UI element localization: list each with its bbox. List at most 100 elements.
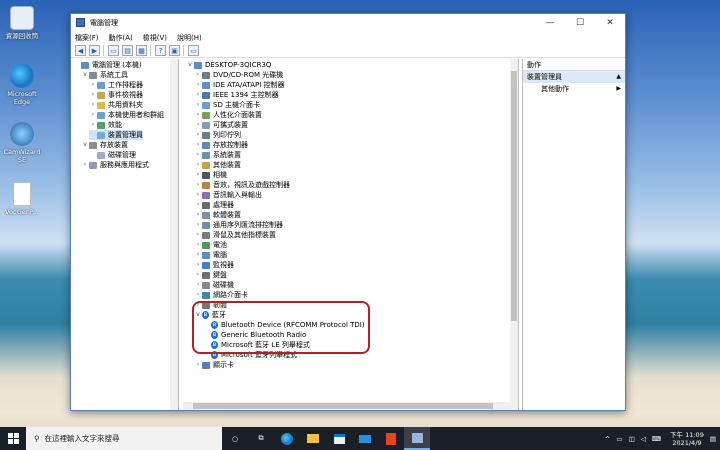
close-button[interactable]: ✕: [595, 14, 625, 31]
show-hidden-icons-icon[interactable]: ^: [605, 435, 610, 443]
device-category[interactable]: › 通用序列匯流排控制器: [194, 220, 283, 230]
expand-chevron-icon[interactable]: ›: [194, 360, 202, 370]
desktop-icon-camwizard[interactable]: CamWizard SE: [2, 122, 42, 164]
device-category[interactable]: › 電池: [194, 240, 227, 250]
device-category[interactable]: › 音效，視訊及遊戲控制器: [194, 180, 290, 190]
expand-chevron-icon[interactable]: ›: [194, 120, 202, 130]
taskbar-search-box[interactable]: ⚲ 在這裡輸入文字來搜尋: [26, 427, 222, 450]
device-category[interactable]: › 相機: [194, 170, 227, 180]
desktop-icon-edge[interactable]: Microsoft Edge: [2, 64, 42, 106]
expand-chevron-icon[interactable]: ›: [194, 230, 202, 240]
expand-chevron-icon[interactable]: ›: [194, 110, 202, 120]
expand-chevron-icon[interactable]: ›: [89, 90, 97, 100]
expand-chevron-icon[interactable]: ›: [194, 190, 202, 200]
clock[interactable]: 下午 11:09 2021/4/9: [670, 431, 704, 447]
tree-item-folder[interactable]: › 共用資料夾: [89, 100, 143, 110]
expand-chevron-icon[interactable]: ›: [194, 200, 202, 210]
actions-section-device-manager[interactable]: 裝置管理員 ▲: [523, 71, 625, 83]
menu-file[interactable]: 檔案(F): [75, 33, 99, 43]
device-category[interactable]: › 其他裝置: [194, 160, 241, 170]
device-category[interactable]: › 磁碟機: [194, 280, 234, 290]
notification-center-icon[interactable]: ▤: [710, 435, 716, 443]
expand-chevron-icon[interactable]: ›: [194, 280, 202, 290]
tree-item-device[interactable]: 裝置管理員: [89, 130, 143, 140]
expand-chevron-icon[interactable]: ›: [194, 260, 202, 270]
collapse-chevron-icon[interactable]: v: [81, 70, 89, 80]
expand-chevron-icon[interactable]: ›: [194, 160, 202, 170]
tree-item-event[interactable]: › 事件檢視器: [89, 90, 143, 100]
tree-item-disk[interactable]: 磁碟管理: [89, 150, 136, 160]
expand-chevron-icon[interactable]: ›: [194, 100, 202, 110]
help-button[interactable]: ?: [155, 45, 166, 56]
edge-taskbar-icon[interactable]: [274, 427, 300, 450]
device-category[interactable]: › 人性化介面裝置: [194, 110, 262, 120]
tree-item-services[interactable]: › 服務與應用程式: [81, 160, 149, 170]
device-category[interactable]: › IEEE 1394 主控制器: [194, 90, 279, 100]
tree-item-performance[interactable]: › 效能: [89, 120, 122, 130]
device-root[interactable]: v DESKTOP-3QICR3Q: [186, 60, 271, 70]
expand-chevron-icon[interactable]: ›: [194, 290, 202, 300]
expand-chevron-icon[interactable]: ›: [194, 240, 202, 250]
back-button[interactable]: ◀: [75, 45, 86, 56]
expand-chevron-icon[interactable]: ›: [194, 170, 202, 180]
menu-help[interactable]: 說明(H): [177, 33, 202, 43]
store-icon[interactable]: [326, 427, 352, 450]
expand-chevron-icon[interactable]: ›: [89, 100, 97, 110]
mail-icon[interactable]: [352, 427, 378, 450]
h-scrollbar-thumb[interactable]: [193, 403, 493, 409]
expand-chevron-icon[interactable]: ›: [194, 140, 202, 150]
expand-chevron-icon[interactable]: ›: [194, 150, 202, 160]
tree-item-users[interactable]: › 本機使用者和群組: [89, 110, 164, 120]
device-category[interactable]: › 系統裝置: [194, 150, 241, 160]
left-scrollbar[interactable]: [170, 59, 178, 410]
expand-chevron-icon[interactable]: ›: [81, 160, 89, 170]
device-category[interactable]: › 存放控制器: [194, 140, 248, 150]
export-list-button[interactable]: ▦: [136, 45, 147, 56]
minimize-button[interactable]: —: [535, 14, 565, 31]
network-icon[interactable]: ◫: [628, 435, 634, 443]
device-category[interactable]: › 可攜式裝置: [194, 120, 248, 130]
device-category[interactable]: › DVD/CD-ROM 光碟機: [194, 70, 283, 80]
expand-chevron-icon[interactable]: ›: [194, 130, 202, 140]
expand-chevron-icon[interactable]: ›: [89, 110, 97, 120]
volume-icon[interactable]: ◁: [641, 435, 646, 443]
show-hide-tree-button[interactable]: ▤: [122, 45, 133, 56]
expand-chevron-icon[interactable]: ›: [194, 90, 202, 100]
up-level-button[interactable]: ▭: [108, 45, 119, 56]
ime-icon[interactable]: ⌨: [652, 435, 661, 443]
monitor-button[interactable]: ▭: [188, 45, 199, 56]
desktop-icon-recycle-bin[interactable]: 資源回收筒: [2, 6, 42, 40]
start-button[interactable]: [0, 427, 26, 450]
properties-button[interactable]: ▣: [169, 45, 180, 56]
expand-chevron-icon[interactable]: ›: [194, 180, 202, 190]
device-category[interactable]: › 軟體裝置: [194, 210, 241, 220]
device-category[interactable]: › 電腦: [194, 250, 227, 260]
computer-management-taskbar-icon[interactable]: [404, 427, 430, 450]
more-actions-item[interactable]: 其他動作 ▶: [523, 83, 625, 95]
device-category[interactable]: › 處理器: [194, 200, 234, 210]
battery-icon[interactable]: ▭: [616, 435, 622, 443]
collapse-chevron-icon[interactable]: v: [186, 60, 194, 70]
tree-item-tools[interactable]: v 系統工具: [81, 70, 128, 80]
device-category[interactable]: › 滑鼠及其他指標裝置: [194, 230, 276, 240]
file-explorer-icon[interactable]: [300, 427, 326, 450]
expand-chevron-icon[interactable]: ›: [89, 80, 97, 90]
expand-chevron-icon[interactable]: ›: [194, 270, 202, 280]
tree-item-storage[interactable]: v 存放裝置: [81, 140, 128, 150]
device-category[interactable]: › 列印佇列: [194, 130, 241, 140]
device-category[interactable]: › IDE ATA/ATAPI 控制器: [194, 80, 285, 90]
device-tree-h-scrollbar[interactable]: [183, 402, 510, 410]
expand-chevron-icon[interactable]: ›: [194, 80, 202, 90]
menu-action[interactable]: 動作(A): [109, 33, 133, 43]
expand-chevron-icon[interactable]: ›: [194, 250, 202, 260]
device-category[interactable]: › 鍵盤: [194, 270, 227, 280]
office-icon[interactable]: [378, 427, 404, 450]
device-category[interactable]: › 監視器: [194, 260, 234, 270]
forward-button[interactable]: ▶: [89, 45, 100, 56]
desktop-icon-file[interactable]: VocGenP...: [2, 182, 42, 216]
expand-chevron-icon[interactable]: ›: [194, 220, 202, 230]
cortana-icon[interactable]: ○: [222, 427, 248, 450]
collapse-chevron-icon[interactable]: v: [81, 140, 89, 150]
device-category[interactable]: › 網路介面卡: [194, 290, 248, 300]
expand-chevron-icon[interactable]: ›: [89, 120, 97, 130]
